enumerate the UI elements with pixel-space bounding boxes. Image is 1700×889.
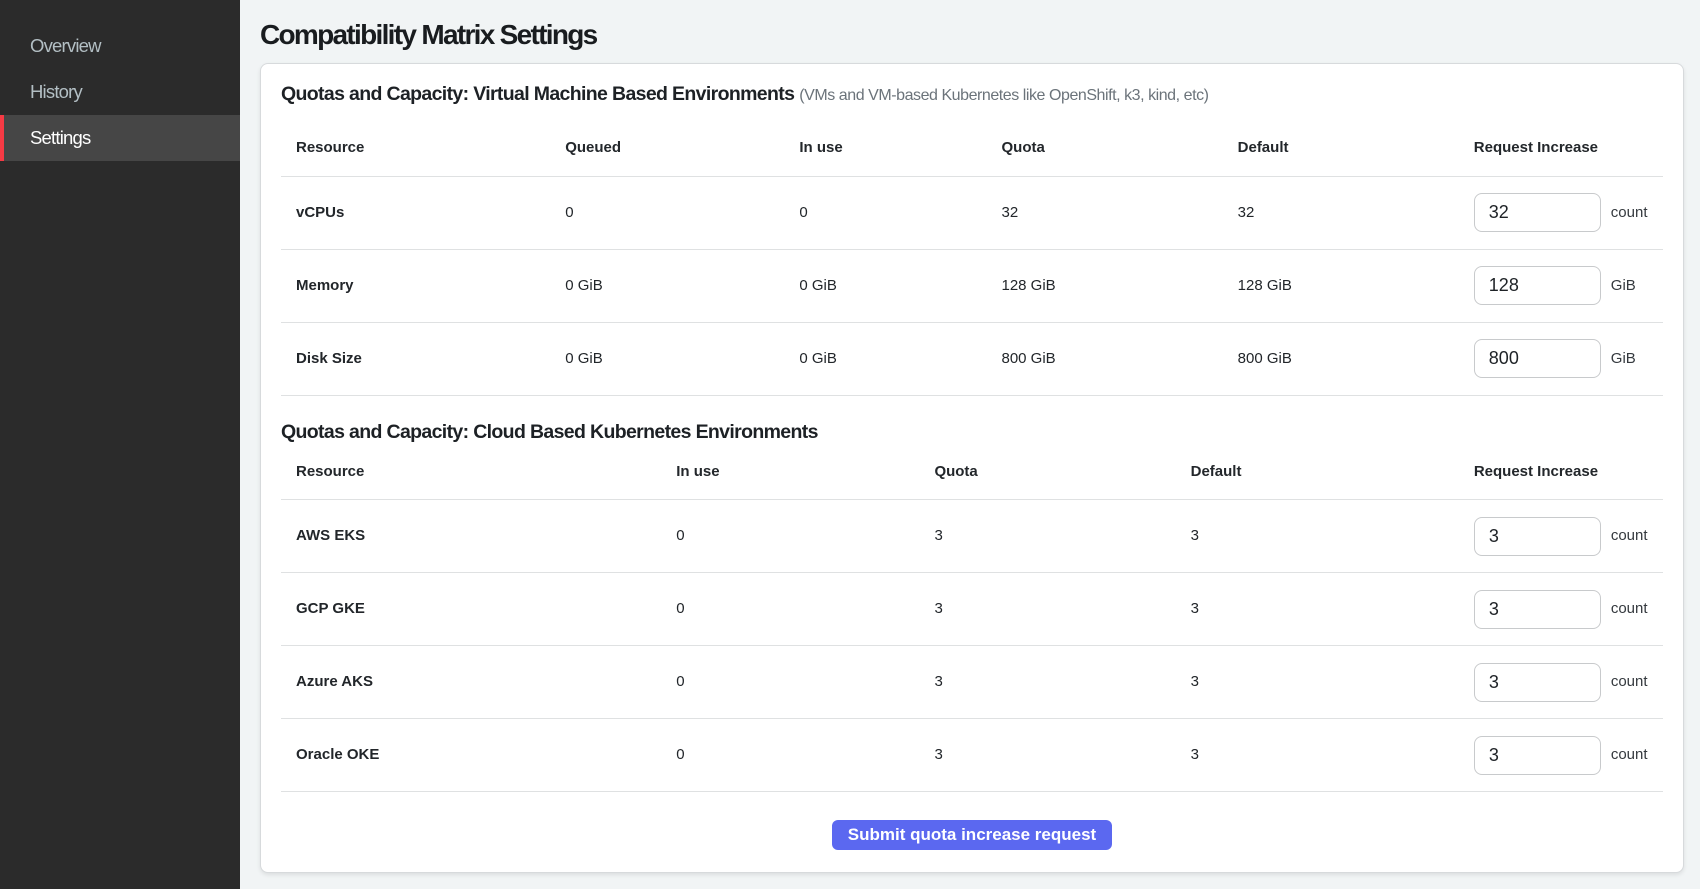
table-row: Disk Size0 GiB0 GiB800 GiB800 GiBGiB [281, 322, 1663, 395]
value-cell: 3 [1176, 500, 1459, 573]
request-increase-input[interactable] [1474, 266, 1601, 305]
sidebar-item-settings[interactable]: Settings [0, 115, 240, 161]
value-cell: 3 [1176, 719, 1459, 792]
submit-quota-increase-button[interactable]: Submit quota increase request [832, 820, 1112, 850]
table-row: Azure AKS033count [281, 646, 1663, 719]
value-cell: 128 GiB [986, 249, 1222, 322]
column-header: Default [1223, 122, 1459, 176]
value-cell: 3 [919, 646, 1175, 719]
value-cell: 0 GiB [784, 249, 986, 322]
value-cell: 800 GiB [1223, 322, 1459, 395]
value-cell: 128 GiB [1223, 249, 1459, 322]
page-title: Compatibility Matrix Settings [260, 0, 1684, 52]
resource-cell: GCP GKE [281, 573, 661, 646]
value-cell: 0 [661, 500, 919, 573]
quota-table-1: ResourceQueuedIn useQuotaDefaultRequest … [281, 122, 1663, 396]
unit-label: count [1611, 672, 1648, 692]
value-cell: 0 [661, 719, 919, 792]
value-cell: 32 [1223, 176, 1459, 249]
unit-label: GiB [1611, 349, 1636, 369]
column-header: Resource [281, 445, 661, 499]
sidebar: Overview History Settings [0, 0, 240, 889]
request-increase-input[interactable] [1474, 517, 1601, 556]
value-cell: 0 [550, 176, 784, 249]
sidebar-item-history[interactable]: History [0, 69, 240, 115]
request-increase-cell: count [1474, 736, 1663, 775]
column-header: Default [1176, 445, 1459, 499]
unit-label: count [1611, 745, 1648, 765]
request-increase-input[interactable] [1474, 663, 1601, 702]
resource-cell: Oracle OKE [281, 719, 661, 792]
value-cell: 0 GiB [784, 322, 986, 395]
value-cell: 32 [986, 176, 1222, 249]
value-cell: 0 [784, 176, 986, 249]
value-cell: 0 GiB [550, 249, 784, 322]
column-header: In use [784, 122, 986, 176]
column-header: Queued [550, 122, 784, 176]
unit-label: count [1611, 599, 1648, 619]
request-increase-cell: count [1474, 663, 1663, 702]
column-header: Request Increase [1459, 122, 1663, 176]
column-header: Quota [919, 445, 1175, 499]
quota-table-2: ResourceIn useQuotaDefaultRequest Increa… [281, 445, 1663, 792]
section-subtitle: (VMs and VM-based Kubernetes like OpenSh… [799, 87, 1208, 104]
value-cell: 3 [919, 500, 1175, 573]
table-row: Memory0 GiB0 GiB128 GiB128 GiBGiB [281, 249, 1663, 322]
unit-label: count [1611, 526, 1648, 546]
table-row: vCPUs003232count [281, 176, 1663, 249]
sidebar-item-label: History [30, 81, 82, 103]
sidebar-item-label: Settings [30, 127, 90, 149]
value-cell: 3 [1176, 573, 1459, 646]
table-row: AWS EKS033count [281, 500, 1663, 573]
request-increase-cell: GiB [1474, 339, 1663, 378]
section-heading-text: Quotas and Capacity: Cloud Based Kuberne… [281, 421, 818, 443]
request-increase-input[interactable] [1474, 193, 1601, 232]
resource-cell: Azure AKS [281, 646, 661, 719]
request-increase-cell: count [1474, 193, 1663, 232]
request-increase-cell: GiB [1474, 266, 1663, 305]
value-cell: 0 GiB [550, 322, 784, 395]
sidebar-nav: Overview History Settings [0, 23, 240, 161]
resource-cell: vCPUs [281, 176, 550, 249]
value-cell: 0 [661, 573, 919, 646]
column-header: Request Increase [1459, 445, 1663, 499]
actions-bar: Submit quota increase request [281, 792, 1663, 872]
value-cell: 3 [919, 573, 1175, 646]
request-increase-cell: count [1474, 590, 1663, 629]
sections-root: Quotas and Capacity: Virtual Machine Bas… [281, 64, 1663, 792]
table-row: GCP GKE033count [281, 573, 1663, 646]
column-header: In use [661, 445, 919, 499]
column-header: Resource [281, 122, 550, 176]
section-heading-text: Quotas and Capacity: Virtual Machine Bas… [281, 83, 794, 105]
value-cell: 0 [661, 646, 919, 719]
request-increase-input[interactable] [1474, 339, 1601, 378]
value-cell: 3 [919, 719, 1175, 792]
sidebar-item-label: Overview [30, 35, 101, 57]
settings-card: Quotas and Capacity: Virtual Machine Bas… [260, 63, 1684, 873]
unit-label: GiB [1611, 276, 1636, 296]
value-cell: 800 GiB [986, 322, 1222, 395]
section-heading: Quotas and Capacity: Cloud Based Kuberne… [281, 396, 1663, 445]
request-increase-input[interactable] [1474, 736, 1601, 775]
resource-cell: Memory [281, 249, 550, 322]
value-cell: 3 [1176, 646, 1459, 719]
sidebar-item-overview[interactable]: Overview [0, 23, 240, 69]
table-row: Oracle OKE033count [281, 719, 1663, 792]
main-content: Compatibility Matrix Settings Quotas and… [240, 0, 1700, 873]
request-increase-input[interactable] [1474, 590, 1601, 629]
resource-cell: AWS EKS [281, 500, 661, 573]
request-increase-cell: count [1474, 517, 1663, 556]
resource-cell: Disk Size [281, 322, 550, 395]
unit-label: count [1611, 203, 1648, 223]
column-header: Quota [986, 122, 1222, 176]
section-heading: Quotas and Capacity: Virtual Machine Bas… [281, 64, 1663, 109]
